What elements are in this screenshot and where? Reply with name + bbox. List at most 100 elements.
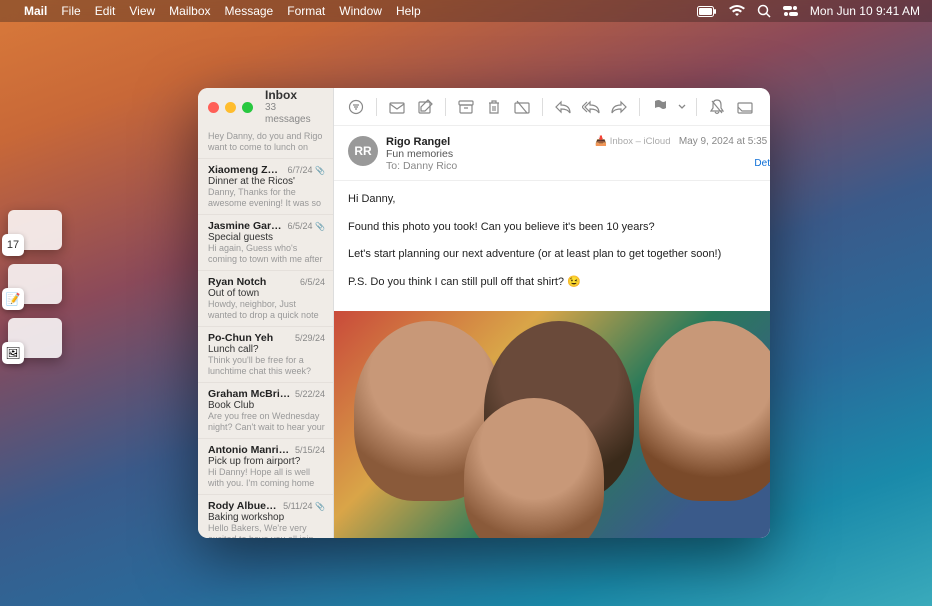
mail-toolbar (334, 88, 770, 126)
menubar-clock[interactable]: Mon Jun 10 9:41 AM (810, 4, 920, 18)
list-sender: Graham McBride (208, 388, 291, 400)
attachment-icon: 📎 (315, 222, 325, 231)
traffic-lights (208, 102, 253, 113)
list-date: 5/22/24 (295, 389, 325, 399)
mailbox-tag: 📥 Inbox – iCloud (595, 136, 670, 147)
list-sender: Rody Albuerne (208, 500, 279, 512)
attachment-icon: 📎 (315, 502, 325, 511)
forward-button[interactable] (607, 95, 631, 119)
list-subject: Lunch call? (208, 344, 325, 355)
menu-edit[interactable]: Edit (95, 4, 116, 18)
stage-thumb-notes[interactable] (8, 264, 62, 304)
menu-window[interactable]: Window (339, 4, 382, 18)
message-list-item[interactable]: Xiaomeng Zhong 6/7/24 📎Dinner at the Rico… (198, 159, 333, 215)
filter-button[interactable] (344, 95, 368, 119)
list-date: 6/5/24 (300, 277, 325, 287)
list-subject: Special guests (208, 232, 325, 243)
list-date: 5/11/24 📎 (283, 501, 325, 511)
app-menu[interactable]: Mail (24, 4, 47, 18)
list-subject: Pick up from airport? (208, 456, 325, 467)
mute-button[interactable] (705, 95, 729, 119)
maximize-button[interactable] (242, 102, 253, 113)
list-sender: Jasmine Garcia (208, 220, 284, 232)
list-date: 5/15/24 (295, 445, 325, 455)
message-list-item[interactable]: Graham McBride 5/22/24Book ClubAre you fr… (198, 383, 333, 439)
stage-manager-strip (8, 210, 68, 372)
subject-line: Fun memories (386, 148, 587, 160)
message-list-item[interactable]: Rody Albuerne 5/11/24 📎Baking workshopHel… (198, 495, 333, 538)
list-sender: Antonio Manriquez (208, 444, 291, 456)
archive-button[interactable] (454, 95, 478, 119)
attachment-icon: 📎 (595, 147, 770, 158)
from-name: Rigo Rangel (386, 136, 587, 148)
delete-button[interactable] (482, 95, 506, 119)
list-date: 6/7/24 📎 (288, 165, 326, 175)
message-list-item[interactable]: Antonio Manriquez 5/15/24Pick up from air… (198, 439, 333, 495)
control-center-icon[interactable] (783, 5, 798, 17)
wifi-icon[interactable] (729, 5, 745, 17)
message-list-pane: Inbox 33 messages Hey Danny, do you and … (198, 88, 334, 538)
body-greeting: Hi Danny, (348, 191, 770, 209)
list-preview: Hi again, Guess who's coming to town wit… (208, 243, 325, 265)
list-preview: Think you'll be free for a lunchtime cha… (208, 355, 325, 377)
reply-all-button[interactable] (579, 95, 603, 119)
stage-thumb-photos[interactable] (8, 318, 62, 358)
message-list-item[interactable]: Jasmine Garcia 6/5/24 📎Special guestsHi a… (198, 215, 333, 271)
stage-thumb-calendar[interactable] (8, 210, 62, 250)
message-list-item[interactable]: Hey Danny, do you and Rigo want to come … (198, 126, 333, 159)
mail-window: Inbox 33 messages Hey Danny, do you and … (198, 88, 770, 538)
junk-button[interactable] (385, 95, 409, 119)
list-preview: Hi Danny! Hope all is well with you. I'm… (208, 467, 325, 489)
flag-button[interactable] (648, 95, 672, 119)
message-content-pane: RR Rigo Rangel Fun memories To: Danny Ri… (334, 88, 770, 538)
list-subject: Book Club (208, 400, 325, 411)
message-body: Hi Danny, Found this photo you took! Can… (334, 181, 770, 311)
move-junk-button[interactable] (510, 95, 534, 119)
menu-message[interactable]: Message (225, 4, 274, 18)
message-date: May 9, 2024 at 5:35 PM (679, 136, 770, 147)
search-button[interactable] (765, 95, 770, 119)
message-header: RR Rigo Rangel Fun memories To: Danny Ri… (334, 126, 770, 181)
menubar: Mail File Edit View Mailbox Message Form… (0, 0, 932, 22)
details-link[interactable]: Details (595, 158, 770, 169)
spotlight-icon[interactable] (757, 4, 771, 18)
menu-file[interactable]: File (61, 4, 80, 18)
menu-view[interactable]: View (129, 4, 155, 18)
attached-photo (334, 311, 770, 538)
message-list-item[interactable]: Po-Chun Yeh 5/29/24Lunch call?Think you'l… (198, 327, 333, 383)
reply-button[interactable] (551, 95, 575, 119)
inbox-title: Inbox (265, 88, 323, 102)
flag-chevron-icon[interactable] (676, 95, 688, 119)
compose-button[interactable] (413, 95, 437, 119)
list-preview: Are you free on Wednesday night? Can't w… (208, 411, 325, 433)
list-preview: Howdy, neighbor, Just wanted to drop a q… (208, 299, 325, 321)
body-paragraph: Let's start planning our next adventure … (348, 246, 770, 264)
attachment-icon: 📎 (315, 166, 325, 175)
message-list-item[interactable]: Ryan Notch 6/5/24Out of townHowdy, neighb… (198, 271, 333, 327)
list-subject: Out of town (208, 288, 325, 299)
battery-icon[interactable] (697, 6, 717, 17)
list-preview: Hello Bakers, We're very excited to have… (208, 523, 325, 538)
move-button[interactable] (733, 95, 757, 119)
minimize-button[interactable] (225, 102, 236, 113)
list-subject: Dinner at the Ricos' (208, 176, 325, 187)
list-date: 5/29/24 (295, 333, 325, 343)
inbox-header: Inbox 33 messages (265, 88, 323, 126)
list-date: 6/5/24 📎 (288, 221, 326, 231)
message-list[interactable]: Hey Danny, do you and Rigo want to come … (198, 126, 333, 538)
list-sender: Ryan Notch (208, 276, 266, 288)
close-button[interactable] (208, 102, 219, 113)
window-titlebar: Inbox 33 messages (198, 88, 333, 126)
list-preview: Danny, Thanks for the awesome evening! I… (208, 187, 325, 209)
body-paragraph: P.S. Do you think I can still pull off t… (348, 274, 770, 292)
menu-format[interactable]: Format (287, 4, 325, 18)
menu-mailbox[interactable]: Mailbox (169, 4, 210, 18)
list-preview: Hey Danny, do you and Rigo want to come … (208, 131, 325, 153)
to-line: To: Danny Rico (386, 160, 587, 172)
list-sender: Xiaomeng Zhong (208, 164, 284, 176)
list-sender: Po-Chun Yeh (208, 332, 273, 344)
menu-help[interactable]: Help (396, 4, 421, 18)
list-subject: Baking workshop (208, 512, 325, 523)
body-paragraph: Found this photo you took! Can you belie… (348, 219, 770, 237)
sender-avatar[interactable]: RR (348, 136, 378, 166)
